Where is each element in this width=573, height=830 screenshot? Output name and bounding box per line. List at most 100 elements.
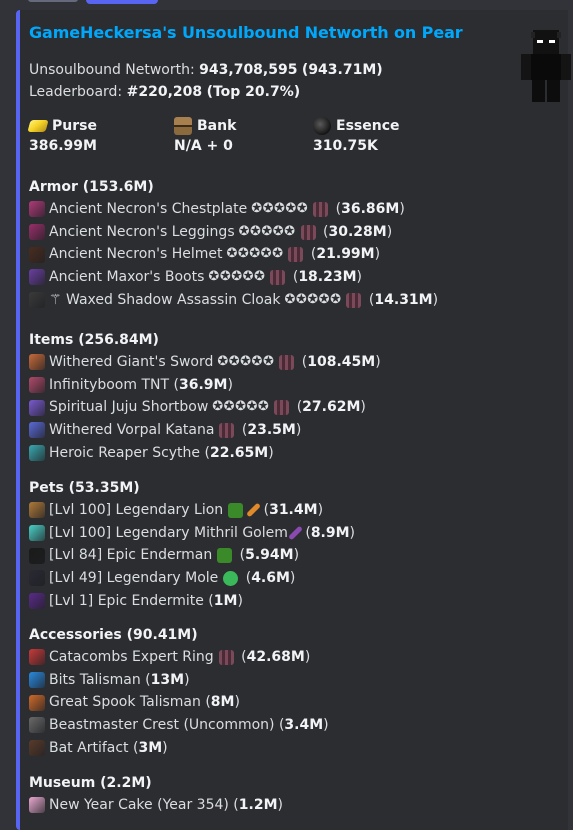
item-value: 8.9M [310, 524, 350, 541]
value-close-paren: ) [323, 717, 329, 734]
spook-icon [29, 694, 45, 711]
value-open-paren: ( [241, 570, 252, 587]
value-close-paren: ) [295, 422, 302, 439]
item-value: 3.4M [284, 717, 324, 734]
leaderboard-line: Leaderboard: #220,208 (Top 20.7%) [29, 81, 383, 103]
list-item: Catacombs Expert Ring (42.68M) [29, 646, 559, 669]
list-item: ⚚ Waxed Shadow Assassin Cloak ✪✪✪✪✪ (14.3… [29, 289, 559, 312]
list-item: Bits Talisman (13M) [29, 669, 559, 692]
value-open-paren: ( [318, 223, 329, 240]
helmet-icon [29, 246, 45, 263]
value-open-paren: ( [300, 524, 311, 541]
item-value: 22.65M [209, 444, 269, 461]
embed-title[interactable]: GameHeckersa's Unsoulbound Networth on P… [29, 23, 463, 42]
value-open-paren: ( [128, 739, 139, 756]
value-open-paren: ( [364, 291, 375, 308]
star-rating: ✪✪✪✪✪ [212, 399, 270, 415]
item-name: Spiritual Juju Shortbow [49, 399, 209, 416]
section-accessories: Accessories (90.41M) Catacombs Expert Rin… [29, 624, 559, 759]
item-name: [Lvl 84] Epic Enderman [49, 547, 213, 564]
item-name: [Lvl 49] Legendary Mole [49, 570, 219, 587]
list-item: Ancient Maxor's Boots ✪✪✪✪✪ (18.23M) [29, 266, 559, 289]
value-open-paren: ( [288, 269, 299, 286]
list-item: [Lvl 49] Legendary Mole (4.6M) [29, 567, 559, 590]
item-value: 36.86M [341, 201, 400, 217]
list-item: Beastmaster Crest (Uncommon) (3.4M) [29, 714, 559, 737]
value-close-paren: ) [386, 223, 393, 240]
chest-icon [174, 117, 192, 135]
recombobulator-icon [219, 422, 235, 438]
recombobulator-icon [300, 224, 316, 240]
cloak-icon [29, 292, 45, 309]
tnt-icon [29, 377, 45, 394]
item-name: Ancient Necron's Leggings [49, 223, 235, 240]
item-name: Ancient Maxor's Boots [49, 269, 205, 286]
item-name: [Lvl 100] Legendary Lion [49, 502, 224, 518]
list-item: Bat Artifact (3M) [29, 737, 559, 760]
item-value: 1M [213, 592, 238, 609]
section-title: Accessories (90.41M) [29, 627, 198, 643]
block-icon [217, 548, 233, 564]
list-item: Great Spook Talisman (8M) [29, 691, 559, 714]
list-item: New Year Cake (Year 354) (1.2M) [29, 794, 559, 817]
item-name: [Lvl 100] Legendary Mithril Golem [49, 524, 288, 541]
block-icon [228, 502, 244, 518]
list-item: Spiritual Juju Shortbow ✪✪✪✪✪ (27.62M) [29, 396, 559, 419]
purse-field: Purse 386.99M [27, 115, 97, 154]
recombobulator-icon [218, 649, 234, 665]
section-title: Museum (2.2M) [29, 775, 152, 791]
item-name: New Year Cake (Year 354) [49, 797, 229, 813]
networth-embed: GameHeckersa's Unsoulbound Networth on P… [16, 10, 571, 830]
item-value: 42.68M [246, 649, 305, 665]
bank-label: Bank [197, 118, 237, 134]
value-close-paren: ) [349, 524, 356, 541]
item-name: Catacombs Expert Ring [49, 649, 214, 665]
value-open-paren: ( [140, 671, 151, 688]
value-close-paren: ) [184, 671, 190, 688]
username-fragment [28, 0, 78, 2]
list-item: Ancient Necron's Chestplate ✪✪✪✪✪ (36.86M… [29, 198, 559, 221]
value-close-paren: ) [356, 269, 362, 286]
bank-value: N/A + 0 [174, 138, 233, 154]
value-close-paren: ) [268, 444, 274, 461]
item-name: Great Spook Talisman [49, 694, 201, 711]
value-close-paren: ) [399, 201, 405, 217]
item-value: 18.23M [298, 269, 357, 286]
value-close-paren: ) [227, 376, 233, 393]
value-open-paren: ( [236, 649, 247, 665]
value-close-paren: ) [277, 797, 283, 813]
list-item: Withered Giant's Sword ✪✪✪✪✪ (108.45M) [29, 351, 559, 374]
recombobulator-icon [313, 201, 329, 217]
star-rating: ✪✪✪✪✪ [217, 354, 275, 369]
value-open-paren: ( [331, 201, 342, 217]
item-value: 108.45M [307, 354, 376, 370]
value-close-paren: ) [237, 592, 243, 609]
value-open-paren: ( [292, 399, 303, 416]
item-name: Beastmaster Crest (Uncommon) [49, 717, 275, 734]
list-item: [Lvl 100] Legendary Lion (31.4M) [29, 499, 559, 522]
networth-summary: Unsoulbound Networth: 943,708,595 (943.7… [29, 59, 383, 103]
value-close-paren: ) [234, 694, 240, 711]
recombobulator-icon [270, 269, 286, 285]
value-open-paren: ( [169, 376, 179, 393]
item-value: 23.5M [247, 422, 296, 439]
value-open-paren: ( [297, 354, 308, 370]
essence-label: Essence [336, 118, 400, 134]
essence-field: Essence 310.75K [313, 115, 400, 154]
mole-icon [29, 570, 45, 587]
value-close-paren: ) [375, 354, 381, 370]
value-open-paren: ( [200, 694, 211, 711]
value-open-paren: ( [259, 502, 270, 518]
value-open-paren: ( [274, 717, 285, 734]
list-item: Withered Vorpal Katana (23.5M) [29, 419, 559, 442]
section-pets: Pets (53.35M) [Lvl 100] Legendary Lion (3… [29, 477, 559, 612]
item-name: ⚚ Waxed Shadow Assassin Cloak [49, 291, 281, 308]
section-museum: Museum (2.2M) New Year Cake (Year 354) (1… [29, 772, 559, 817]
item-value: 21.99M [316, 246, 375, 263]
list-item: Ancient Necron's Leggings ✪✪✪✪✪ (30.28M) [29, 221, 559, 244]
list-item: Ancient Necron's Helmet ✪✪✪✪✪ (21.99M) [29, 243, 559, 266]
leaderboard-top: (Top 20.7%) [206, 84, 301, 100]
star-rating: ✪✪✪✪✪ [208, 269, 266, 285]
cake-icon [29, 797, 45, 814]
item-value: 3M [138, 739, 163, 756]
